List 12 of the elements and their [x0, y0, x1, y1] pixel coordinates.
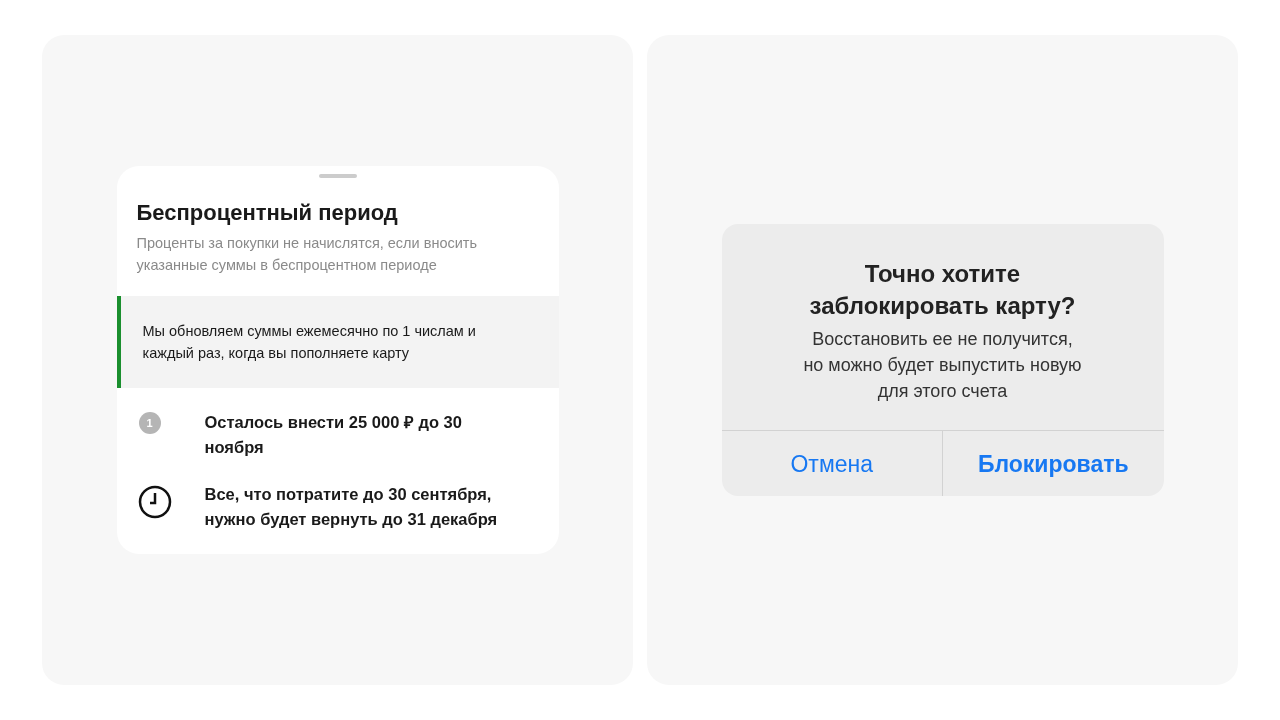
drag-handle[interactable] — [318, 174, 357, 178]
dialog-button[interactable]: Блокировать — [942, 431, 1164, 496]
notice-text: Мы обновляем суммы ежемесячно по 1 числам и каждый раз, когда вы пополняете карту — [116, 296, 559, 388]
clock-icon — [136, 484, 173, 520]
dialog-message: Восстановить ее не получится, но можно будет выпустить новую для этого счета — [802, 328, 1083, 403]
sheet-title: Беспроцентный период — [136, 200, 399, 226]
info-text: Осталось внести 25 000 ₽ до 30 ноября — [204, 412, 463, 458]
info-text: Все, что потратите до 30 сентября, нужно будет вернуть до 31 декабря — [204, 484, 499, 530]
number-badge: 1 — [138, 412, 161, 434]
sheet-subtitle: Проценты за покупки не начислятся, если вносить указанные суммы в беспроцентном периоде — [136, 234, 479, 275]
dialog-button[interactable]: Отмена — [721, 431, 942, 496]
dialog-title: Точно хотите заблокировать карту? — [808, 259, 1077, 321]
